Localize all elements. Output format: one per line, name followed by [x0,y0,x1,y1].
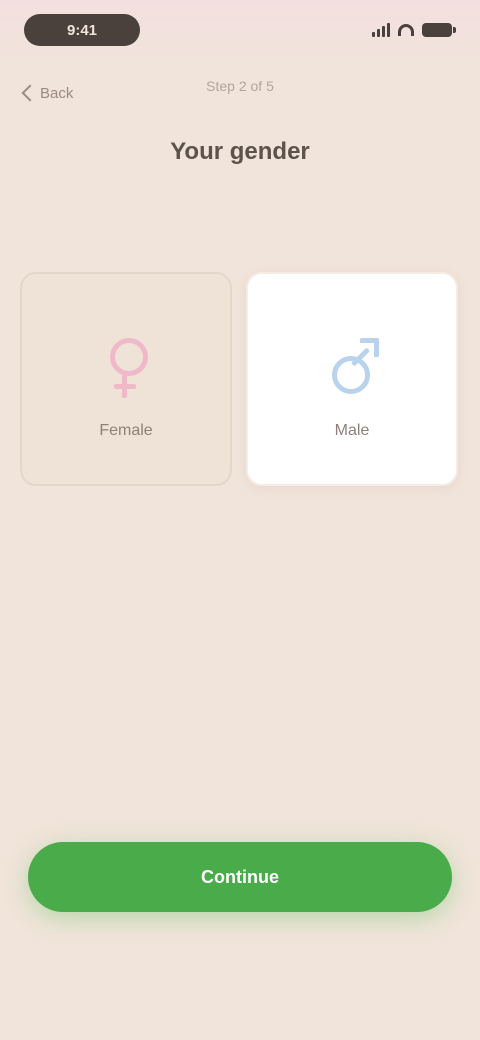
back-button[interactable]: Back [18,80,73,106]
continue-button[interactable]: Continue [28,842,452,912]
wifi-icon [398,24,414,36]
page-title: Your gender [170,138,310,165]
battery-icon [422,23,456,37]
step-indicator: Step 2 of 5 [206,78,274,94]
option-label-male: Male [334,422,370,439]
back-label: Back [40,84,74,102]
female-symbol-icon [96,334,156,404]
chevron-left-icon [21,84,39,102]
status-time: 9:41 [24,14,140,46]
option-card-female[interactable]: Female [20,272,232,486]
status-icons [372,20,456,40]
status-bar: 9:41 [0,0,480,64]
male-symbol-icon [322,334,382,404]
option-card-male[interactable]: Male [246,272,458,486]
nav-row: Back Step 2 of 5 [0,66,480,116]
signal-icon [372,23,390,37]
option-label-female: Female [99,422,153,439]
